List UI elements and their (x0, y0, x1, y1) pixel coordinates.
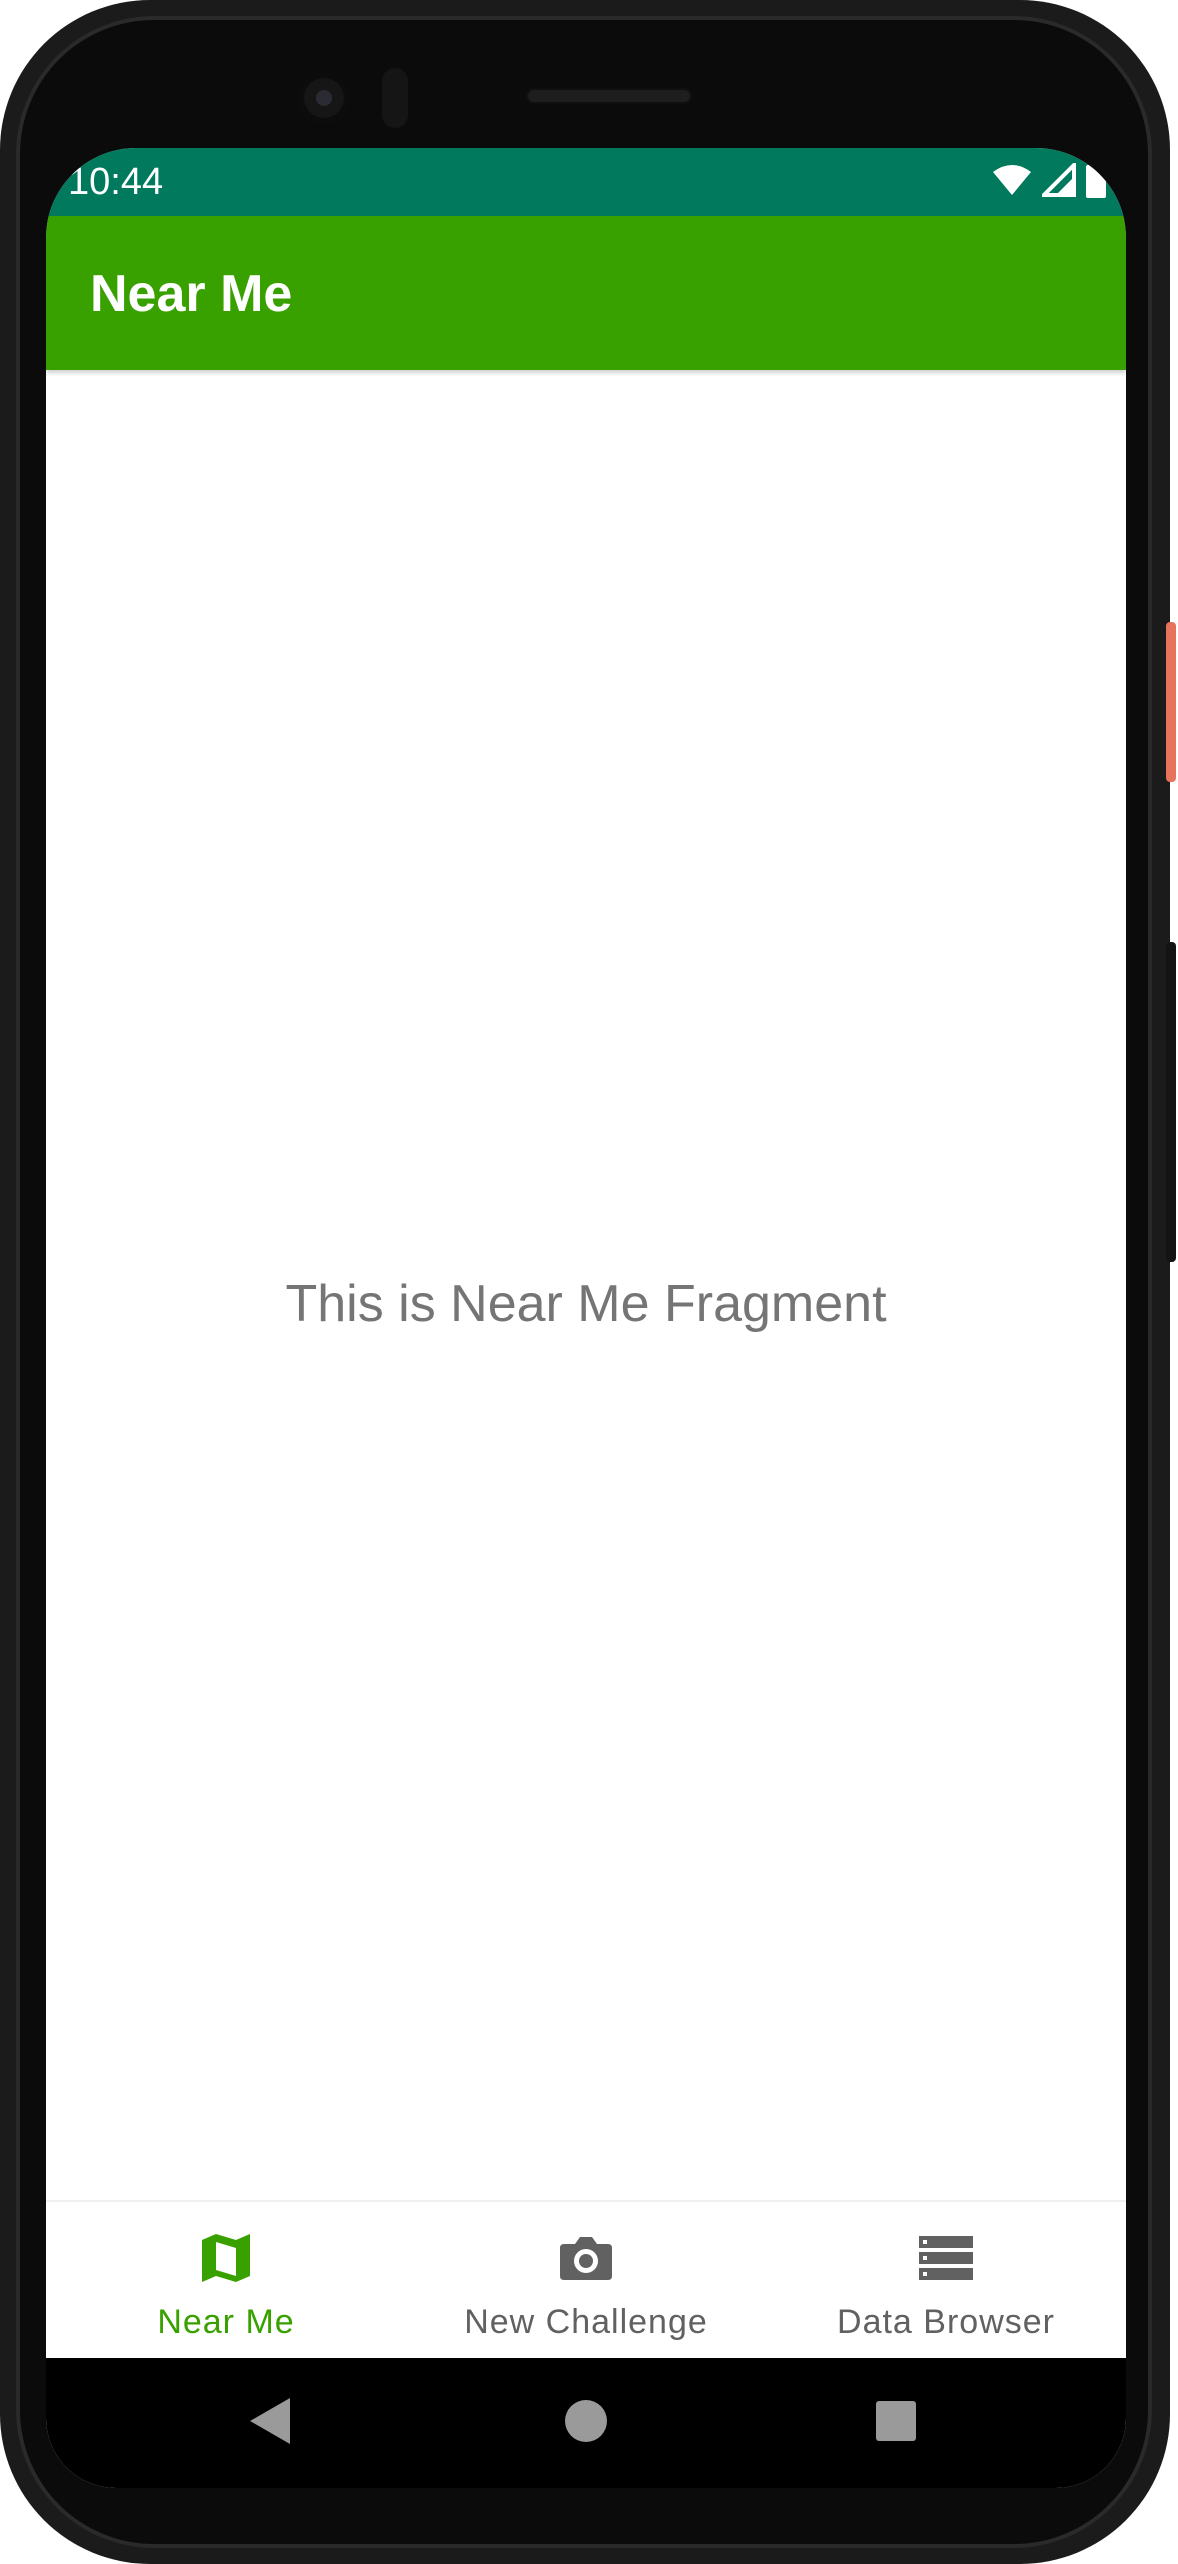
status-icons (992, 162, 1106, 198)
nav-label-new-challenge: New Challenge (464, 2303, 708, 2341)
earpiece-speaker (526, 88, 692, 104)
signal-icon (1042, 163, 1076, 197)
bottom-navigation: Near Me New Challenge Data Browser (46, 2200, 1126, 2360)
app-bar-title: Near Me (90, 265, 293, 323)
phone-frame: 10:44 Near Me This is Near Me Fragment N… (0, 0, 1176, 2564)
volume-button[interactable] (1166, 942, 1176, 1262)
recents-icon[interactable] (874, 2396, 918, 2446)
status-time: 10:44 (68, 161, 164, 203)
app-bar: Near Me (46, 216, 1126, 370)
wifi-icon (993, 165, 1031, 195)
proximity-sensor (382, 68, 408, 128)
nav-label-data-browser: Data Browser (837, 2303, 1055, 2341)
nav-item-new-challenge[interactable]: New Challenge (406, 2202, 766, 2360)
battery-icon (1086, 162, 1106, 198)
camera-icon (560, 2237, 612, 2280)
back-icon[interactable] (248, 2396, 292, 2446)
front-camera (298, 72, 350, 124)
status-bar: 10:44 (46, 148, 1126, 216)
nav-item-near-me[interactable]: Near Me (46, 2202, 406, 2360)
power-button[interactable] (1166, 622, 1176, 782)
map-icon (202, 2234, 250, 2282)
screen: 10:44 Near Me This is Near Me Fragment N… (46, 148, 1126, 2488)
storage-icon (919, 2236, 973, 2280)
system-navigation-bar (46, 2358, 1126, 2488)
fragment-message: This is Near Me Fragment (285, 1275, 887, 1333)
nav-item-data-browser[interactable]: Data Browser (766, 2202, 1126, 2360)
home-icon[interactable] (564, 2396, 608, 2446)
nav-label-near-me: Near Me (157, 2303, 295, 2341)
